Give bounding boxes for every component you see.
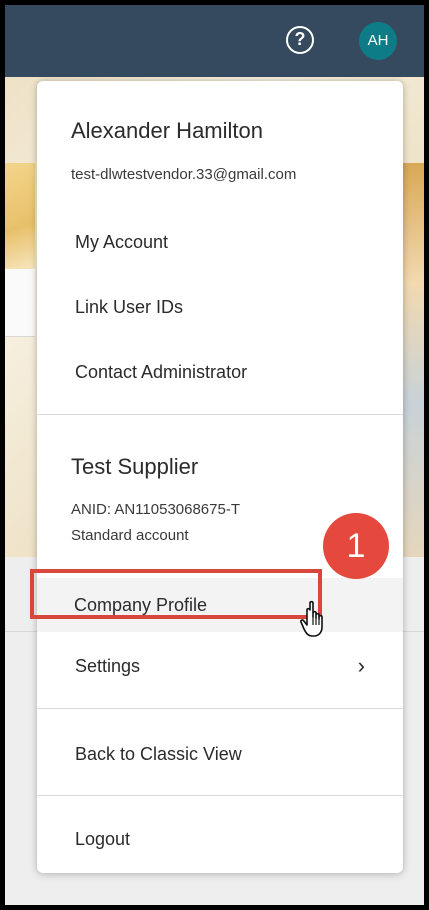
menu-item-my-account[interactable]: My Account	[37, 220, 403, 264]
background-image-right	[403, 163, 424, 563]
chevron-right-icon: ›	[357, 653, 365, 678]
user-name: Alexander Hamilton	[71, 118, 263, 143]
menu-item-logout[interactable]: Logout	[37, 817, 403, 861]
organization-name: Test Supplier	[71, 454, 199, 479]
menu-divider	[37, 795, 403, 796]
step-number-badge: 1	[323, 513, 389, 579]
menu-item-back-to-classic-view[interactable]: Back to Classic View	[37, 732, 403, 776]
help-icon[interactable]: ?	[286, 26, 314, 54]
menu-item-settings[interactable]: Settings ›	[37, 644, 403, 688]
user-menu-dropdown: Alexander Hamilton test-dlwtestvendor.33…	[30, 81, 403, 873]
organization-account-type: Standard account	[71, 527, 189, 544]
background-band	[5, 269, 35, 337]
menu-item-contact-administrator[interactable]: Contact Administrator	[37, 350, 403, 394]
menu-divider	[37, 414, 403, 415]
settings-label: Settings	[75, 656, 141, 676]
user-avatar[interactable]: AH	[359, 22, 397, 60]
menu-item-company-profile[interactable]: Company Profile	[37, 578, 403, 632]
hand-pointer-icon	[300, 600, 323, 637]
background-image-left	[5, 163, 35, 269]
user-email: test-dlwtestvendor.33@gmail.com	[71, 166, 297, 183]
menu-item-link-user-ids[interactable]: Link User IDs	[37, 285, 403, 329]
app-frame: ? AH Alexander Hamilton test-dlwtestvend…	[5, 5, 424, 905]
menu-divider	[37, 708, 403, 709]
organization-anid: ANID: AN11053068675-T	[71, 501, 240, 518]
top-bar: ? AH	[5, 5, 424, 77]
